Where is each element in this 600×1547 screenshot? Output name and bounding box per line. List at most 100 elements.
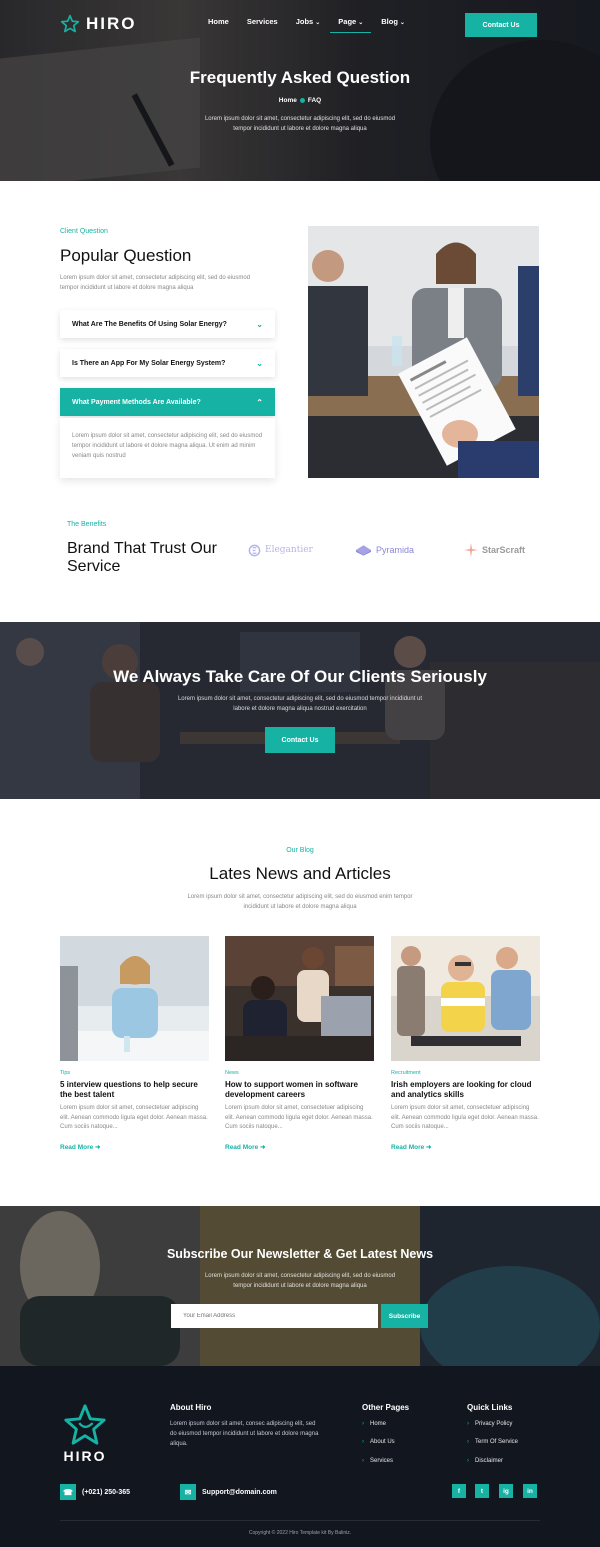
facebook-icon[interactable]: f <box>452 1484 466 1498</box>
faq-kicker: Client Question <box>60 228 108 235</box>
footer-email[interactable]: ✉ Support@domain.com <box>180 1484 277 1500</box>
footer-link-terms[interactable]: › Term Of Service <box>467 1439 518 1445</box>
footer-logo[interactable]: HIRO <box>60 1402 110 1468</box>
chevron-right-icon: › <box>467 1458 469 1464</box>
faq-item-open[interactable]: What Payment Methods Are Available? ⌃ <box>60 388 275 416</box>
brand-name: StarScraft <box>482 545 526 555</box>
footer-divider <box>60 1520 540 1521</box>
faq-question: Is There an App For My Solar Energy Syst… <box>72 359 226 367</box>
footer-phone[interactable]: ☎ (+021) 250-365 <box>60 1484 130 1500</box>
benefits-title: Brand That Trust Our Service <box>67 540 217 575</box>
blog-excerpt: Lorem ipsum dolor sit amet, consectetuer… <box>60 1105 208 1130</box>
cta-description: Lorem ipsum dolor sit amet, consectetur … <box>177 696 423 712</box>
chevron-up-icon: ⌃ <box>256 397 263 407</box>
brand-logo-pyramida: Pyramida <box>355 543 414 557</box>
blog-post-title[interactable]: 5 interview questions to help secure the… <box>60 1080 209 1100</box>
footer-other-heading: Other Pages <box>362 1403 410 1412</box>
chevron-down-icon: ⌄ <box>358 20 364 26</box>
chevron-right-icon: › <box>362 1439 364 1445</box>
faq-item[interactable]: What Are The Benefits Of Using Solar Ene… <box>60 310 275 338</box>
footer-link-home[interactable]: › Home <box>362 1421 386 1427</box>
interview-illustration <box>308 226 539 478</box>
footer-link-label: Home <box>370 1421 387 1427</box>
brand-logo-elegantier: Elegantier <box>248 543 313 557</box>
footer-link-disclaimer[interactable]: › Disclaimer <box>467 1458 503 1464</box>
blog-card: Recruitment Irish employers are looking … <box>391 936 540 1151</box>
blog-tag[interactable]: Recruitment <box>391 1070 540 1076</box>
blog-card: News How to support women in software de… <box>225 936 374 1151</box>
faq-description: Lorem ipsum dolor sit amet, consectetur … <box>60 275 251 291</box>
brand-name: Pyramida <box>376 545 415 555</box>
read-more-link[interactable]: Read More ➜ <box>391 1143 540 1151</box>
faq-title: Popular Question <box>60 246 192 265</box>
nav-page[interactable]: Page ⌄ <box>330 17 372 33</box>
blog-tag[interactable]: Tips <box>60 1070 209 1076</box>
chevron-right-icon: › <box>362 1458 364 1464</box>
footer-about-text: Lorem ipsum dolor sit amet, consec adipi… <box>170 1421 319 1447</box>
header-contact-button[interactable]: Contact Us <box>465 13 537 37</box>
footer-link-services[interactable]: › Services <box>362 1458 393 1464</box>
newsletter-description: Lorem ipsum dolor sit amet, consectetur … <box>204 1273 396 1289</box>
blog-description: Lorem ipsum dolor sit amet, consectetur … <box>187 894 413 910</box>
footer-link-label: Privacy Policy <box>475 1421 513 1427</box>
twitter-icon[interactable]: t <box>475 1484 489 1498</box>
main-menu: Home Services Jobs ⌄ Page ⌄ Blog ⌄ <box>208 17 423 33</box>
blog-post-title[interactable]: How to support women in software develop… <box>225 1080 374 1100</box>
read-more-link[interactable]: Read More ➜ <box>60 1143 209 1151</box>
breadcrumb: Home FAQ <box>0 97 600 104</box>
phone-number: (+021) 250-365 <box>82 1488 131 1496</box>
brand-name: Elegantier <box>265 545 313 555</box>
blog-image[interactable] <box>225 936 374 1061</box>
subscribe-button[interactable]: Subscribe <box>381 1304 428 1328</box>
blog-post-title[interactable]: Irish employers are looking for cloud an… <box>391 1080 540 1100</box>
star-logo-icon <box>60 14 80 33</box>
read-more-label: Read More <box>60 1143 94 1151</box>
chevron-down-icon: ⌄ <box>399 20 405 26</box>
linkedin-icon[interactable]: in <box>523 1484 537 1498</box>
site-logo[interactable]: HIRO <box>60 12 137 36</box>
brand-logo-starscraft: StarScraft <box>464 543 525 557</box>
elegantier-icon <box>248 544 261 556</box>
blog-title: Lates News and Articles <box>209 864 391 883</box>
nav-services[interactable]: Services <box>247 17 278 33</box>
instagram-icon[interactable]: ig <box>499 1484 513 1498</box>
blog-card: Tips 5 interview questions to help secur… <box>60 936 209 1151</box>
logo-text: HIRO <box>86 14 137 33</box>
email-address: Support@domain.com <box>202 1488 277 1496</box>
nav-page-label: Page <box>338 17 357 26</box>
footer-logo-text: HIRO <box>63 1448 107 1464</box>
email-field[interactable] <box>171 1304 378 1328</box>
faq-item[interactable]: Is There an App For My Solar Energy Syst… <box>60 349 275 377</box>
nav-blog[interactable]: Blog ⌄ <box>381 17 405 33</box>
blog-excerpt: Lorem ipsum dolor sit amet, consectetuer… <box>225 1105 373 1130</box>
footer-about-heading: About Hiro <box>170 1403 212 1412</box>
phone-icon: ☎ <box>60 1484 76 1500</box>
blog-kicker: Our Blog <box>286 847 314 854</box>
cta-title: We Always Take Care Of Our Clients Serio… <box>113 667 487 686</box>
blog-image[interactable] <box>60 936 209 1061</box>
read-more-link[interactable]: Read More ➜ <box>225 1143 374 1151</box>
breadcrumb-current: FAQ <box>307 97 322 104</box>
blog-photo-team <box>391 936 540 1061</box>
breadcrumb-home[interactable]: Home <box>279 97 297 104</box>
footer-quick-heading: Quick Links <box>467 1403 513 1412</box>
blog-tag[interactable]: News <box>225 1070 374 1076</box>
chevron-down-icon: ⌄ <box>256 319 263 329</box>
chevron-right-icon: › <box>362 1421 364 1427</box>
benefits-kicker: The Benefits <box>67 521 107 528</box>
star-logo-icon <box>64 1404 106 1445</box>
footer-link-label: About Us <box>370 1439 395 1445</box>
blog-image[interactable] <box>391 936 540 1061</box>
blog-excerpt: Lorem ipsum dolor sit amet, consectetuer… <box>391 1105 539 1130</box>
footer-link-about[interactable]: › About Us <box>362 1439 395 1445</box>
footer-link-privacy[interactable]: › Privacy Policy <box>467 1421 512 1427</box>
chevron-right-icon: › <box>467 1421 469 1427</box>
blog-photo-interview <box>60 936 209 1061</box>
faq-question: What Payment Methods Are Available? <box>72 398 201 406</box>
nav-home[interactable]: Home <box>208 17 229 33</box>
read-more-label: Read More <box>225 1143 259 1151</box>
arrow-right-icon: ➜ <box>260 1143 266 1151</box>
nav-jobs[interactable]: Jobs ⌄ <box>296 17 321 33</box>
cta-contact-button[interactable]: Contact Us <box>265 727 335 753</box>
copyright: Copyright © 2022 Hiro Template kit By Ba… <box>248 1530 352 1536</box>
